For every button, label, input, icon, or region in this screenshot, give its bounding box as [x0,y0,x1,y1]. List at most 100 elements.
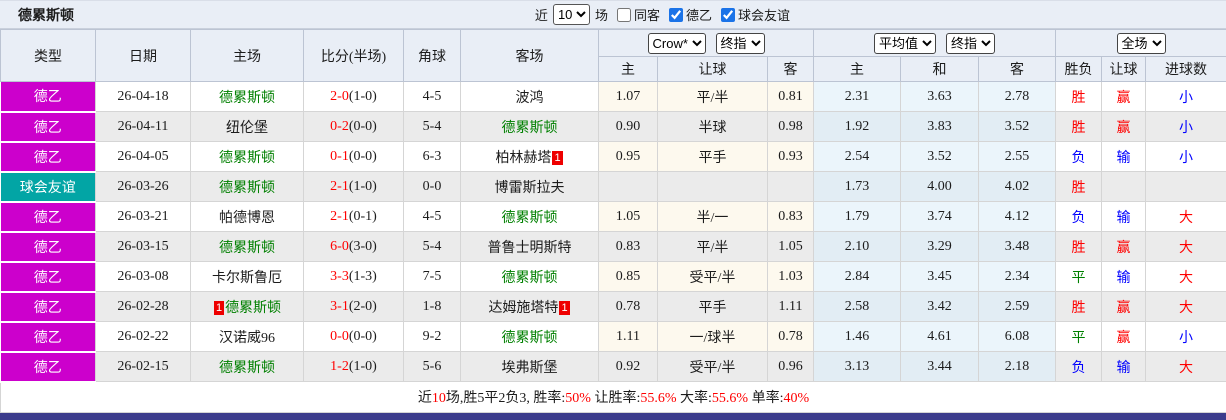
friendly-filter[interactable]: 球会友谊 [720,5,790,24]
goals-result-cell [1145,171,1226,202]
handicap-home-odds-cell: 1.11 [598,321,658,352]
avg-away-odds-cell: 3.52 [978,111,1057,142]
fulltime-select[interactable]: 全场 [1116,32,1166,54]
date-cell: 26-04-05 [95,141,191,172]
away-team-cell: 德累斯顿 [460,321,599,352]
score-cell: 2-1(1-0) [303,171,404,202]
handicap-result-cell: 赢 [1101,111,1147,142]
odds-source-select[interactable]: Crow* [647,32,706,54]
friendly-checkbox[interactable] [720,7,735,22]
team-name: 博雷斯拉夫 [494,180,565,196]
col-hc-home: 主 [598,56,658,82]
score-cell: 3-3(1-3) [303,261,404,292]
goals-result-cell: 小 [1145,111,1226,142]
goals-result-cell: 小 [1145,141,1226,172]
handicap-line-cell: 半/一 [657,201,768,232]
avg-away-odds-cell: 4.02 [978,171,1057,202]
avg-home-odds-cell: 2.10 [813,231,902,262]
avg-draw-odds-cell: 3.45 [900,261,980,292]
avg-home-odds-cell: 1.92 [813,111,902,142]
handicap-away-odds-cell [766,171,815,202]
goals-result-cell: 大 [1145,231,1226,262]
match-row: 德乙 26-03-21 帕德博恩 2-1(0-1) 4-5 德累斯顿 1.05 半/一 0.83… [0,201,1226,233]
games-label: 场 [594,8,608,23]
avg-home-odds-cell: 2.54 [813,141,902,172]
handicap-line-cell [657,171,768,202]
away-team-cell: 普鲁士明斯特 [460,231,599,262]
home-team-cell: 德累斯顿 [190,81,304,112]
avg-draw-odds-cell: 3.83 [900,111,980,142]
goals-result-cell: 大 [1145,291,1226,322]
avg-home-odds-cell: 2.31 [813,81,902,112]
result-cell: 胜 [1055,291,1103,322]
team-name: 埃弗斯堡 [501,360,558,376]
league-cell: 德乙 [0,141,96,173]
same-away-filter[interactable]: 同客 [616,5,660,24]
avg-away-odds-cell: 2.59 [978,291,1057,322]
result-cell: 负 [1055,351,1103,382]
league-cell: 德乙 [0,291,96,323]
team-name: 德累斯顿 [219,150,275,166]
col-let-result: 让球 [1101,56,1147,82]
away-team-cell: 波鸿 [460,81,599,112]
away-team-cell: 达姆施塔特 1 [460,291,599,322]
avg-home-odds-cell: 2.84 [813,261,902,292]
avg-away-odds-cell: 4.12 [978,201,1057,232]
result-cell: 负 [1055,201,1103,232]
handicap-line-cell: 平/半 [657,231,768,262]
team-name: 德累斯顿 [501,120,558,136]
team-name: 柏林赫塔 [495,150,552,166]
handicap-result-cell: 赢 [1101,231,1147,262]
score-cell: 0-1(0-0) [303,141,404,172]
league-cell: 球会友谊 [0,171,96,203]
summary-text: 近10场,胜5平2负3, 胜率:50% 让胜率:55.6% 大率:55.6% 单… [0,381,1226,413]
summary-row: 近10场,胜5平2负3, 胜率:50% 让胜率:55.6% 大率:55.6% 单… [0,381,1226,413]
goals-result-cell: 大 [1145,351,1226,382]
score-cell: 1-2(1-0) [303,351,404,382]
result-cell: 负 [1055,141,1103,172]
league-checkbox[interactable] [668,7,683,22]
team-name: 德累斯顿 [219,90,275,106]
match-row: 德乙 26-02-15 德累斯顿 1-2(1-0) 5-6 埃弗斯堡 0.92 受平/半 0.9… [0,351,1226,383]
handicap-line-cell: 平/半 [657,81,768,112]
final-odds-select-2[interactable]: 终指 [946,32,996,54]
avg-away-odds-cell: 2.18 [978,351,1057,382]
avg-home-odds-cell: 1.73 [813,171,902,202]
col-avg-away: 客 [978,56,1057,82]
score-cell: 2-0(1-0) [303,81,404,112]
goals-result-cell: 小 [1145,81,1226,112]
league-cell: 德乙 [0,321,96,353]
goals-result-cell: 大 [1145,201,1226,232]
footer-bar [0,413,1226,420]
near-count-select[interactable]: 10 [552,4,590,25]
handicap-home-odds-cell: 0.92 [598,351,658,382]
team-name: 达姆施塔特 [488,300,559,316]
corners-cell: 5-4 [403,111,461,142]
final-odds-select[interactable]: 终指 [715,32,765,54]
col-result: 胜负 [1055,56,1103,82]
col-hc-away: 客 [766,56,815,82]
home-team-cell: 卡尔斯鲁厄 [190,261,304,292]
handicap-home-odds-cell: 0.85 [598,261,658,292]
corners-cell: 0-0 [403,171,461,202]
avg-draw-odds-cell: 3.29 [900,231,980,262]
team-name: 德累斯顿 [219,360,275,376]
date-cell: 26-02-22 [95,321,191,352]
handicap-line-cell: 平手 [657,141,768,172]
league-filter[interactable]: 德乙 [668,5,712,24]
col-avg-home: 主 [813,56,902,82]
league-label: 德乙 [685,8,712,23]
avg-draw-odds-cell: 3.42 [900,291,980,322]
col-date: 日期 [95,29,191,82]
average-select[interactable]: 平均值 [874,32,937,54]
filter-controls: 近 10 场 同客 德乙 球会友谊 [535,4,790,25]
handicap-away-odds-cell: 0.78 [766,321,815,352]
home-team-cell: 德累斯顿 [190,141,304,172]
handicap-result-cell: 输 [1101,201,1147,232]
team-name: 帕德博恩 [219,210,275,226]
avg-home-odds-cell: 1.79 [813,201,902,232]
same-away-checkbox[interactable] [616,7,631,22]
league-cell: 德乙 [0,201,96,233]
home-team-cell: 德累斯顿 [190,231,304,262]
date-cell: 26-03-26 [95,171,191,202]
